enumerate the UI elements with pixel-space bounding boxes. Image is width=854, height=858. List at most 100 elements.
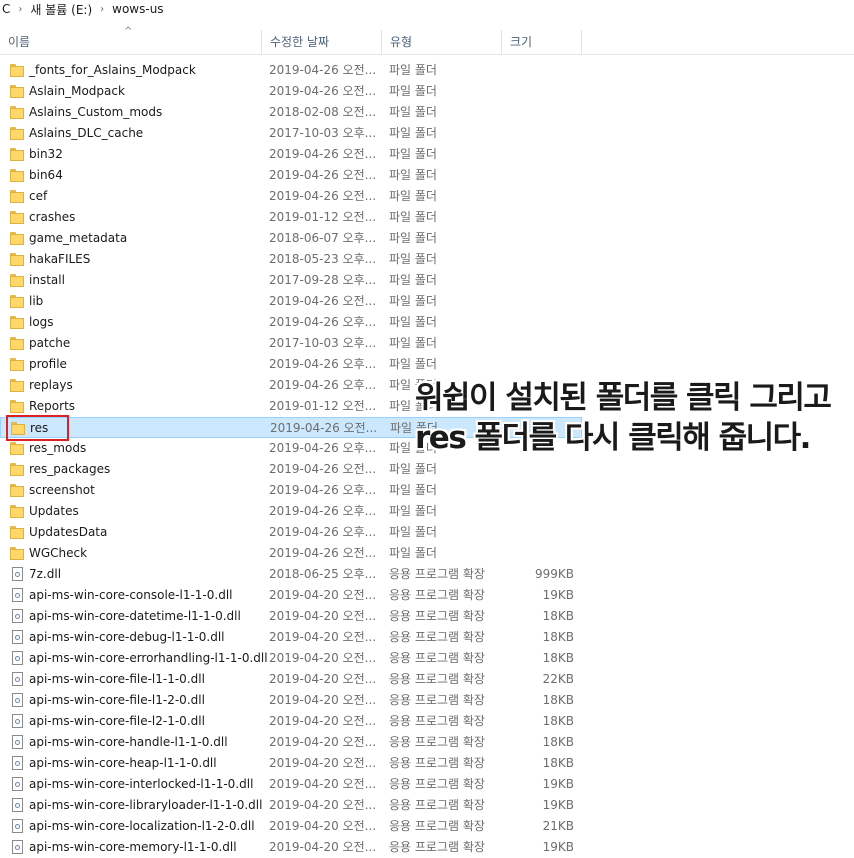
row-name: api-ms-win-core-file-l1-2-0.dll <box>29 693 205 707</box>
folder-icon <box>10 168 24 182</box>
row-name: cef <box>29 189 48 203</box>
dll-file-icon <box>12 735 23 749</box>
folder-row[interactable]: Aslain_Modpack 2019-04-26 오전... 파일 폴더 <box>0 81 582 102</box>
annotation-line-1: 워쉽이 설치된 폴더를 클릭 그리고 <box>415 380 832 416</box>
row-type: 파일 폴더 <box>389 252 437 266</box>
file-row[interactable]: api-ms-win-core-localization-l1-2-0.dll 2… <box>0 816 582 837</box>
folder-row[interactable]: WGCheck 2019-04-26 오전... 파일 폴더 <box>0 543 582 564</box>
folder-row[interactable]: patche 2017-10-03 오후... 파일 폴더 <box>0 333 582 354</box>
row-name: api-ms-win-core-file-l1-1-0.dll <box>29 672 205 686</box>
file-row[interactable]: api-ms-win-core-handle-l1-1-0.dll 2019-04… <box>0 732 582 753</box>
column-name[interactable]: 이름 <box>0 30 262 54</box>
row-name: Aslain_Modpack <box>29 84 125 98</box>
folder-icon <box>10 210 24 224</box>
folder-row[interactable]: profile 2019-04-26 오후... 파일 폴더 <box>0 354 582 375</box>
chevron-right-icon: › <box>18 3 23 15</box>
folder-icon <box>10 441 24 455</box>
row-name: api-ms-win-core-memory-l1-1-0.dll <box>29 840 237 854</box>
file-row[interactable]: api-ms-win-core-console-l1-1-0.dll 2019-0… <box>0 585 582 606</box>
row-date: 2019-04-26 오후... <box>269 504 377 518</box>
folder-row[interactable]: Updates 2019-04-26 오후... 파일 폴더 <box>0 501 582 522</box>
row-date: 2019-04-20 오전... <box>269 735 377 749</box>
row-name: api-ms-win-core-interlocked-l1-1-0.dll <box>29 777 254 791</box>
folder-row[interactable]: logs 2019-04-26 오후... 파일 폴더 <box>0 312 582 333</box>
row-name: api-ms-win-core-console-l1-1-0.dll <box>29 588 233 602</box>
file-row[interactable]: api-ms-win-core-datetime-l1-1-0.dll 2019-… <box>0 606 582 627</box>
folder-row[interactable]: cef 2019-04-26 오전... 파일 폴더 <box>0 186 582 207</box>
row-name: api-ms-win-core-handle-l1-1-0.dll <box>29 735 228 749</box>
row-type: 파일 폴더 <box>389 273 437 287</box>
column-size[interactable]: 크기 <box>502 30 582 54</box>
row-name: screenshot <box>29 483 95 497</box>
row-date: 2019-04-26 오전... <box>269 84 377 98</box>
row-size: 18KB <box>542 693 574 707</box>
dll-file-icon <box>12 609 23 623</box>
row-date: 2019-04-20 오전... <box>269 798 377 812</box>
row-name: Reports <box>29 399 76 413</box>
row-name: install <box>29 273 65 287</box>
row-name: 7z.dll <box>29 567 62 581</box>
file-row[interactable]: api-ms-win-core-file-l1-1-0.dll 2019-04-2… <box>0 669 582 690</box>
row-type: 파일 폴더 <box>389 294 437 308</box>
row-type: 파일 폴더 <box>389 462 437 476</box>
file-row[interactable]: api-ms-win-core-memory-l1-1-0.dll 2019-04… <box>0 837 582 858</box>
file-row[interactable]: api-ms-win-core-heap-l1-1-0.dll 2019-04-2… <box>0 753 582 774</box>
address-bar[interactable]: C › 새 볼륨 (E:) › wows-us <box>0 0 854 18</box>
row-name: profile <box>29 357 67 371</box>
folder-icon <box>10 546 24 560</box>
row-type: 파일 폴더 <box>389 525 437 539</box>
folder-row[interactable]: game_metadata 2018-06-07 오후... 파일 폴더 <box>0 228 582 249</box>
file-row[interactable]: api-ms-win-core-interlocked-l1-1-0.dll 20… <box>0 774 582 795</box>
row-type: 응용 프로그램 확장 <box>389 798 485 812</box>
row-type: 응용 프로그램 확장 <box>389 630 485 644</box>
folder-row[interactable]: hakaFILES 2018-05-23 오후... 파일 폴더 <box>0 249 582 270</box>
row-type: 파일 폴더 <box>389 504 437 518</box>
row-size: 999KB <box>534 567 574 581</box>
breadcrumb-drive[interactable]: 새 볼륨 (E:) <box>30 1 92 18</box>
folder-icon <box>10 525 24 539</box>
folder-row[interactable]: Aslains_Custom_mods 2018-02-08 오전... 파일 폴더 <box>0 102 582 123</box>
folder-row[interactable]: install 2017-09-28 오후... 파일 폴더 <box>0 270 582 291</box>
row-type: 응용 프로그램 확장 <box>389 714 485 728</box>
folder-row[interactable]: UpdatesData 2019-04-26 오후... 파일 폴더 <box>0 522 582 543</box>
row-name: api-ms-win-core-file-l2-1-0.dll <box>29 714 205 728</box>
folder-icon <box>10 231 24 245</box>
row-date: 2019-04-26 오후... <box>269 441 377 455</box>
folder-row[interactable]: res_packages 2019-04-26 오전... 파일 폴더 <box>0 459 582 480</box>
column-type[interactable]: 유형 <box>382 30 502 54</box>
folder-row[interactable]: crashes 2019-01-12 오전... 파일 폴더 <box>0 207 582 228</box>
folder-icon <box>10 357 24 371</box>
folder-row[interactable]: screenshot 2019-04-26 오후... 파일 폴더 <box>0 480 582 501</box>
row-type: 응용 프로그램 확장 <box>389 735 485 749</box>
file-row[interactable]: 7z.dll 2018-06-25 오후... 응용 프로그램 확장 999KB <box>0 564 582 585</box>
row-size: 22KB <box>542 672 574 686</box>
folder-icon <box>10 294 24 308</box>
file-row[interactable]: api-ms-win-core-file-l2-1-0.dll 2019-04-2… <box>0 711 582 732</box>
file-row[interactable]: api-ms-win-core-debug-l1-1-0.dll 2019-04-… <box>0 627 582 648</box>
file-row[interactable]: api-ms-win-core-errorhandling-l1-1-0.dll… <box>0 648 582 669</box>
row-date: 2019-04-26 오전... <box>269 189 377 203</box>
row-type: 파일 폴더 <box>389 84 437 98</box>
file-row[interactable]: api-ms-win-core-libraryloader-l1-1-0.dll… <box>0 795 582 816</box>
row-date: 2019-04-26 오전... <box>269 462 377 476</box>
row-size: 18KB <box>542 714 574 728</box>
folder-row[interactable]: bin64 2019-04-26 오전... 파일 폴더 <box>0 165 582 186</box>
breadcrumb-folder[interactable]: wows-us <box>112 2 163 16</box>
row-date: 2019-04-20 오전... <box>269 630 377 644</box>
folder-row[interactable]: _fonts_for_Aslains_Modpack 2019-04-26 오전.… <box>0 60 582 81</box>
folder-row[interactable]: lib 2019-04-26 오전... 파일 폴더 <box>0 291 582 312</box>
row-size: 19KB <box>542 777 574 791</box>
column-date[interactable]: 수정한 날짜 <box>262 30 382 54</box>
row-name: res_mods <box>29 441 87 455</box>
folder-row[interactable]: bin32 2019-04-26 오전... 파일 폴더 <box>0 144 582 165</box>
row-type: 파일 폴더 <box>389 210 437 224</box>
folder-row[interactable]: Aslains_DLC_cache 2017-10-03 오후... 파일 폴더 <box>0 123 582 144</box>
row-type: 파일 폴더 <box>389 168 437 182</box>
row-name: bin64 <box>29 168 63 182</box>
row-date: 2019-04-26 오전... <box>269 168 377 182</box>
row-size: 19KB <box>542 798 574 812</box>
file-row[interactable]: api-ms-win-core-file-l1-2-0.dll 2019-04-2… <box>0 690 582 711</box>
row-type: 파일 폴더 <box>389 147 437 161</box>
row-date: 2019-04-20 오전... <box>269 777 377 791</box>
row-name: api-ms-win-core-debug-l1-1-0.dll <box>29 630 225 644</box>
